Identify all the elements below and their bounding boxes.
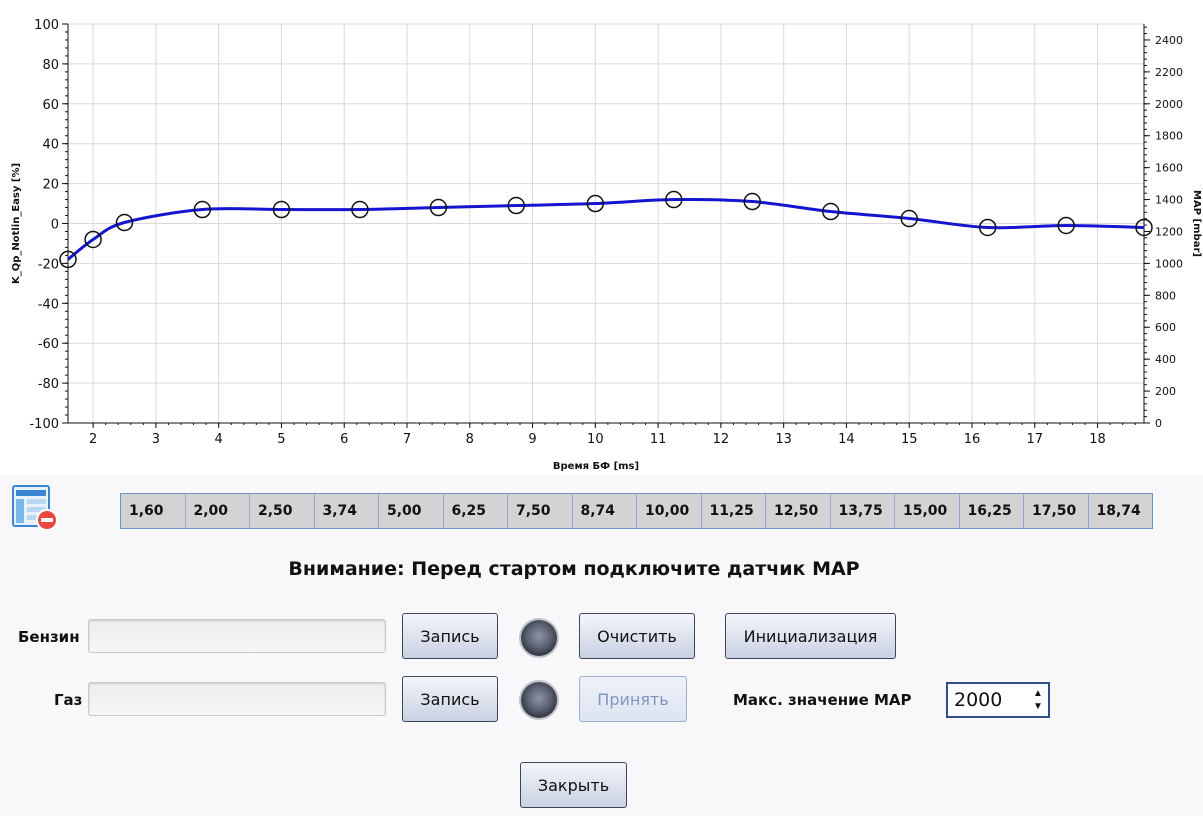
y-tick-label: 0 [51,218,59,233]
x-table-cell[interactable]: 2,50 [250,494,315,528]
x-table-cell[interactable]: 3,74 [315,494,379,528]
x-table-cell[interactable]: 18,74 [1089,494,1153,528]
y2-tick-label: 2000 [1155,98,1183,111]
x-tick-label: 9 [528,432,536,447]
map-max-spinner[interactable]: 2000 ▲ ▼ [946,682,1050,718]
map-max-value[interactable]: 2000 [948,689,1028,711]
y2-tick-label: 600 [1155,321,1176,334]
x-table-cell[interactable]: 12,50 [766,494,831,528]
y2-tick-label: 2200 [1155,66,1183,79]
x-table-cell[interactable]: 17,50 [1024,494,1089,528]
y2-tick-label: 1400 [1155,194,1183,207]
y2-tick-label: 800 [1155,289,1176,302]
y2-tick-label: 1200 [1155,225,1183,238]
x-tick-label: 3 [152,432,160,447]
x-tick-label: 6 [340,432,348,447]
y2-tick-label: 1600 [1155,162,1183,175]
spin-up-icon[interactable]: ▲ [1033,687,1043,700]
x-tick-label: 16 [964,432,981,447]
x-table-cell[interactable]: 16,25 [960,494,1024,528]
petrol-field[interactable] [88,619,386,653]
petrol-record-button[interactable]: Запись [402,613,498,659]
x-tick-label: 5 [277,432,285,447]
gas-field[interactable] [88,682,386,716]
y-tick-label: -80 [38,377,59,392]
y-tick-label: -60 [38,337,59,352]
line-chart: 2 3 4 5 6 7 8 9 10 11 12 13 14 15 16 17 18100806040200-2… [11,18,1202,472]
gas-label: Газ [54,691,83,709]
y2-tick-label: 0 [1155,417,1162,430]
x-table-cell[interactable]: 11,25 [702,494,766,528]
x-tick-label: 2 [89,432,97,447]
y2-tick-label: 200 [1155,385,1176,398]
spinner-arrows[interactable]: ▲ ▼ [1028,684,1048,716]
y-tick-label: 40 [42,138,59,153]
y2-axis-title: MAP [mbar] [1191,190,1202,257]
x-tick-label: 18 [1089,432,1106,447]
init-button[interactable]: Инициализация [725,613,896,659]
x-table-cell[interactable]: 1,60 [121,494,186,528]
x-tick-label: 17 [1026,432,1043,447]
y-tick-label: 80 [42,58,59,73]
chart-area: 2 3 4 5 6 7 8 9 10 11 12 13 14 15 16 17 18 100 80 60 40 20 0 -2… [0,0,1203,475]
y2-tick-label: 1000 [1155,257,1183,270]
x-tick-label: 15 [901,432,918,447]
x-tick-label: 10 [587,432,604,447]
x-table-cell[interactable]: 2,00 [186,494,250,528]
y2-tick-label: 400 [1155,353,1176,366]
map-max-label: Макс. значение MAP [733,691,912,709]
x-table-cell[interactable]: 7,50 [508,494,573,528]
y2-tick-label: 2400 [1155,34,1183,47]
x-table-cell[interactable]: 6,25 [444,494,508,528]
x-table-cell[interactable]: 8,74 [573,494,637,528]
accept-button[interactable]: Принять [579,676,687,722]
y-tick-label: -20 [38,257,59,272]
x-table-cell[interactable]: 15,00 [895,494,960,528]
gas-indicator-led [521,682,557,718]
petrol-label: Бензин [18,628,80,646]
clear-button[interactable]: Очистить [579,613,695,659]
x-tick-label: 12 [713,432,730,447]
x-tick-label: 4 [215,432,223,447]
x-tick-label: 8 [466,432,474,447]
y-tick-label: 100 [34,18,59,33]
y-tick-label: 60 [42,98,59,113]
y2-tick-label: 1800 [1155,130,1183,143]
spin-down-icon[interactable]: ▼ [1033,700,1043,713]
y-tick-label: -100 [29,417,59,432]
y-axis-title: K_Qp_Notlin_Easy [%] [11,163,22,284]
petrol-indicator-led [521,620,557,656]
x-tick-label: 11 [650,432,667,447]
x-table-cell[interactable]: 10,00 [637,494,702,528]
table-remove-icon[interactable] [11,484,59,532]
y-tick-label: -40 [38,297,59,312]
gas-record-button[interactable]: Запись [402,676,498,722]
x-axis-title: Время БФ [ms] [553,461,639,472]
warning-text: Внимание: Перед стартом подключите датчи… [288,558,860,580]
x-table-cell[interactable]: 5,00 [379,494,444,528]
y-tick-label: 20 [42,178,59,193]
series-line [67,197,1145,261]
close-button[interactable]: Закрыть [520,762,627,808]
x-tick-label: 7 [403,432,411,447]
x-table-cell[interactable]: 13,75 [831,494,895,528]
x-tick-label: 13 [775,432,792,447]
x-values-table: 1,60 2,00 2,50 3,74 5,00 6,25 7,50 8,74 10,00 11,… [120,493,1153,529]
x-tick-label: 14 [838,432,855,447]
